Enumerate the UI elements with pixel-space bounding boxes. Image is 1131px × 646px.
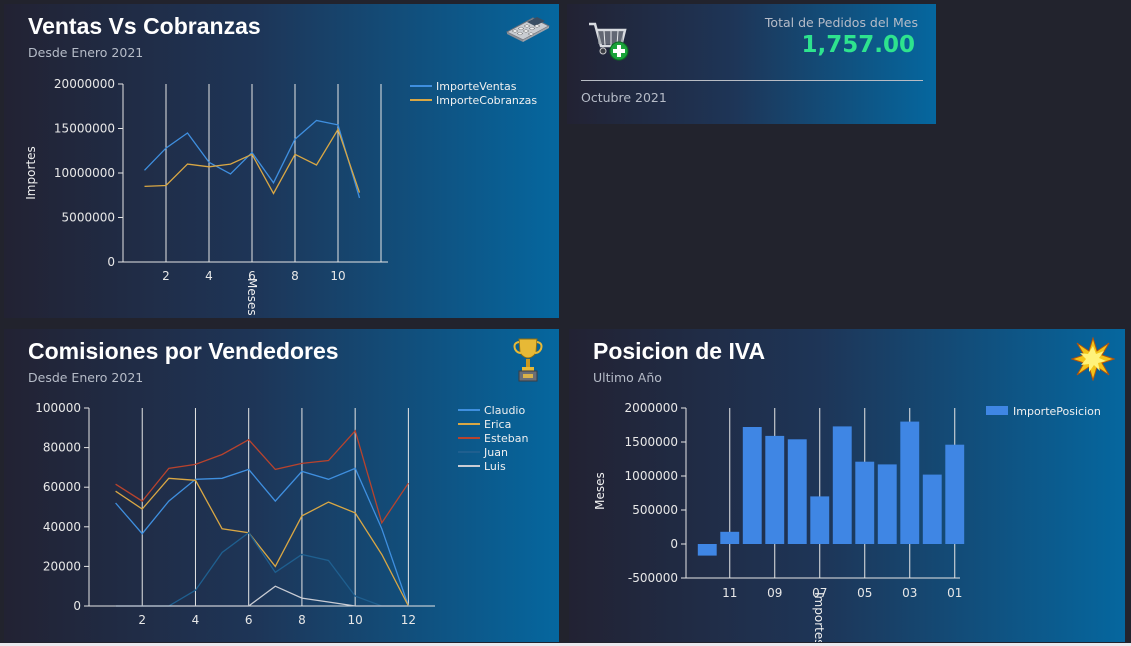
bar-07 xyxy=(810,496,830,544)
kpi-divider xyxy=(581,80,923,81)
y-tick-label: 2000000 xyxy=(625,401,678,415)
legend-label: Claudio xyxy=(484,404,525,417)
series-line-erica xyxy=(115,477,409,607)
legend-swatch xyxy=(986,406,1008,415)
y-tick-label: 40000 xyxy=(43,520,81,534)
pedidos-kpi-panel: Total de Pedidos del Mes 1,757.00 Octubr… xyxy=(567,4,936,124)
comisiones-chart: 2 4 6 8 10 12 100000 80000 60000 40000 20000 0 Claud… xyxy=(35,401,528,627)
iva-chart: 11 09 07 05 03 012000000150000010000005000000… xyxy=(593,401,1101,642)
bar-11 xyxy=(720,531,740,544)
y-axis-label: Meses xyxy=(593,472,607,510)
bar-09 xyxy=(765,435,785,544)
bar-12 xyxy=(697,544,717,556)
ventas-cobranzas-panel: Ventas Vs Cobranzas Desde Enero 2021 246… xyxy=(4,4,559,318)
legend-label: Erica xyxy=(484,418,511,431)
y-tick-label: 0 xyxy=(107,255,115,269)
y-tick-label: -500000 xyxy=(628,571,678,585)
legend-label: ImporteVentas xyxy=(436,80,517,93)
series-line-luis xyxy=(115,585,409,607)
y-tick-label: 1000000 xyxy=(625,469,678,483)
x-tick-label: 8 xyxy=(291,269,299,283)
x-tick-label: 10 xyxy=(348,613,363,627)
bar-08 xyxy=(787,439,807,544)
series-line-juan xyxy=(115,531,409,607)
x-axis-label: Importes xyxy=(812,592,826,642)
y-axis-label: Importes xyxy=(24,146,38,199)
x-tick-label: 05 xyxy=(857,586,872,600)
legend-label: Luis xyxy=(484,460,506,473)
kpi-value: 1,757.00 xyxy=(801,32,916,58)
bar-03 xyxy=(900,421,920,544)
ventas-cobranzas-chart: 2 4 6 8 1020000000150000001000000050000000Im… xyxy=(24,77,537,316)
y-tick-label: 15000000 xyxy=(54,122,115,136)
bar-04 xyxy=(877,464,897,544)
y-tick-label: 0 xyxy=(670,537,678,551)
x-tick-label: 01 xyxy=(947,586,962,600)
kpi-period: Octubre 2021 xyxy=(581,90,667,105)
y-tick-label: 100000 xyxy=(35,401,81,415)
legend-label: Esteban xyxy=(484,432,528,445)
y-tick-label: 20000 xyxy=(43,559,81,573)
x-tick-label: 11 xyxy=(722,586,737,600)
y-tick-label: 60000 xyxy=(43,480,81,494)
y-tick-label: 5000000 xyxy=(62,211,115,225)
x-tick-label: 6 xyxy=(245,613,253,627)
kpi-label: Total de Pedidos del Mes xyxy=(764,15,918,30)
x-tick-label: 4 xyxy=(205,269,213,283)
bar-02 xyxy=(922,474,942,544)
y-tick-label: 20000000 xyxy=(54,77,115,91)
x-tick-label: 10 xyxy=(330,269,345,283)
shopping-cart-add-icon xyxy=(589,22,629,61)
bar-06 xyxy=(832,426,852,544)
y-tick-label: 0 xyxy=(73,599,81,613)
bar-05 xyxy=(855,461,875,544)
legend-label: Juan xyxy=(483,446,508,459)
x-tick-label: 12 xyxy=(401,613,416,627)
bar-01 xyxy=(945,444,965,544)
x-tick-label: 2 xyxy=(138,613,146,627)
iva-panel: Posicion de IVA Ultimo Año 11 09 07 05 03 01 2… xyxy=(569,329,1125,642)
y-tick-label: 80000 xyxy=(43,441,81,455)
y-tick-label: 1500000 xyxy=(625,435,678,449)
x-tick-label: 09 xyxy=(767,586,782,600)
x-tick-label: 03 xyxy=(902,586,917,600)
comisiones-panel: Comisiones por Vendedores Desde Enero 20… xyxy=(4,329,559,642)
x-axis-label: Meses xyxy=(245,278,259,316)
y-tick-label: 500000 xyxy=(632,503,678,517)
y-tick-label: 10000000 xyxy=(54,166,115,180)
legend-label: ImportePosicion xyxy=(1013,405,1101,418)
legend-label: ImporteCobranzas xyxy=(436,94,537,107)
x-tick-label: 2 xyxy=(162,269,170,283)
bar-10 xyxy=(742,427,762,544)
x-tick-label: 8 xyxy=(298,613,306,627)
series-line-esteban xyxy=(115,429,409,525)
x-tick-label: 4 xyxy=(192,613,200,627)
